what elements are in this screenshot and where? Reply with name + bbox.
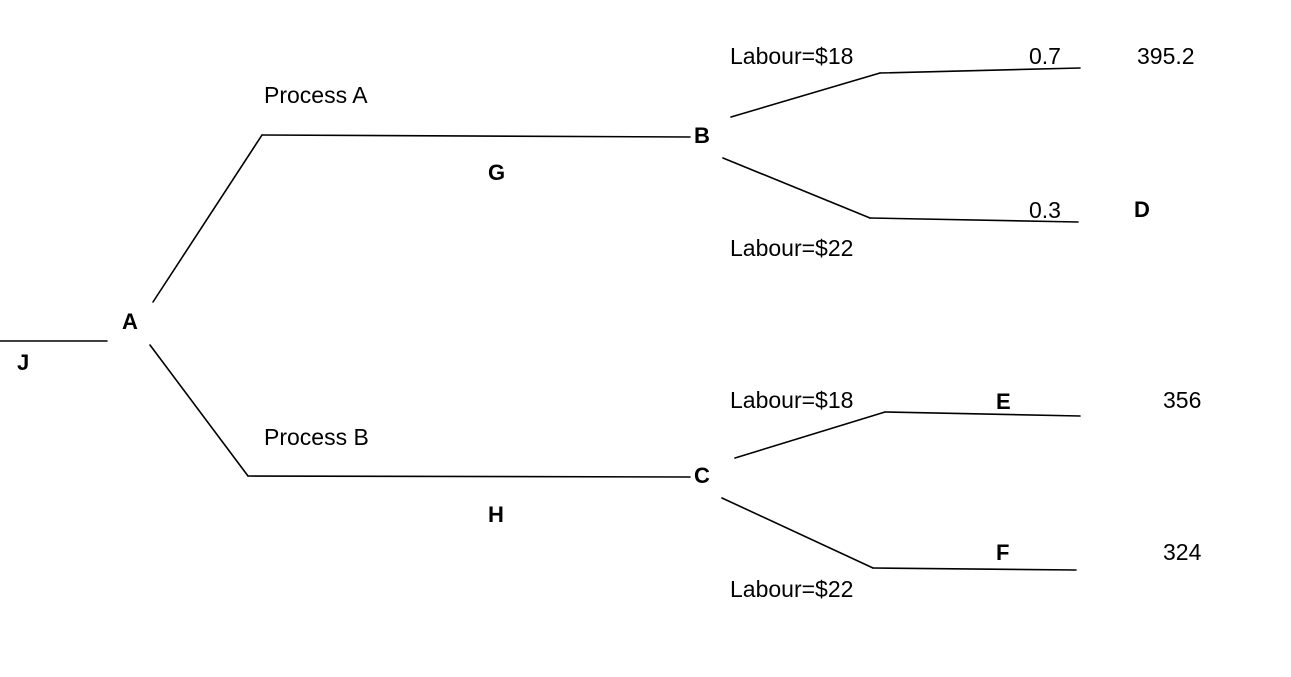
branch-label-process-b: Process B [264,424,369,450]
branch-b-labour22-diagonal [722,157,871,219]
branch-label-h: H [488,502,504,527]
tree-branch-lines [0,67,1081,571]
branch-a-to-process-a [152,134,263,303]
decision-tree-diagram: J A Process A G B Process B H C Labour=$… [0,0,1291,677]
branch-c-labour22-diagonal [721,497,874,569]
branch-b-labour18-diagonal [730,72,881,118]
probability-label-0-7: 0.7 [1029,43,1061,69]
branch-a-to-process-b [149,344,249,477]
outcome-label-d: D [1134,197,1150,222]
outcome-value-324: 324 [1163,539,1202,565]
branch-c-labour18-diagonal [734,411,886,459]
node-label-c: C [694,463,710,488]
branch-label-c-labour-18: Labour=$18 [730,387,854,413]
branch-process-a-horizontal [261,134,691,138]
branch-c-labour22-terminal [872,567,1077,571]
branch-label-b-labour-18: Labour=$18 [730,43,854,69]
branch-process-b-horizontal [247,475,691,478]
branch-label-process-a: Process A [264,82,368,108]
branch-c-labour18-terminal [884,411,1081,417]
node-label-b: B [694,123,710,148]
branch-label-g: G [488,160,506,185]
node-label-j: J [17,350,30,375]
outcome-value-395-2: 395.2 [1137,43,1195,69]
probability-label-0-3: 0.3 [1029,197,1061,223]
branch-label-b-labour-22: Labour=$22 [730,235,854,261]
outcome-value-356: 356 [1163,387,1202,413]
node-label-a: A [122,309,138,334]
branch-label-c-labour-22: Labour=$22 [730,576,854,602]
outcome-label-e: E [996,389,1011,414]
outcome-label-f: F [996,540,1010,565]
